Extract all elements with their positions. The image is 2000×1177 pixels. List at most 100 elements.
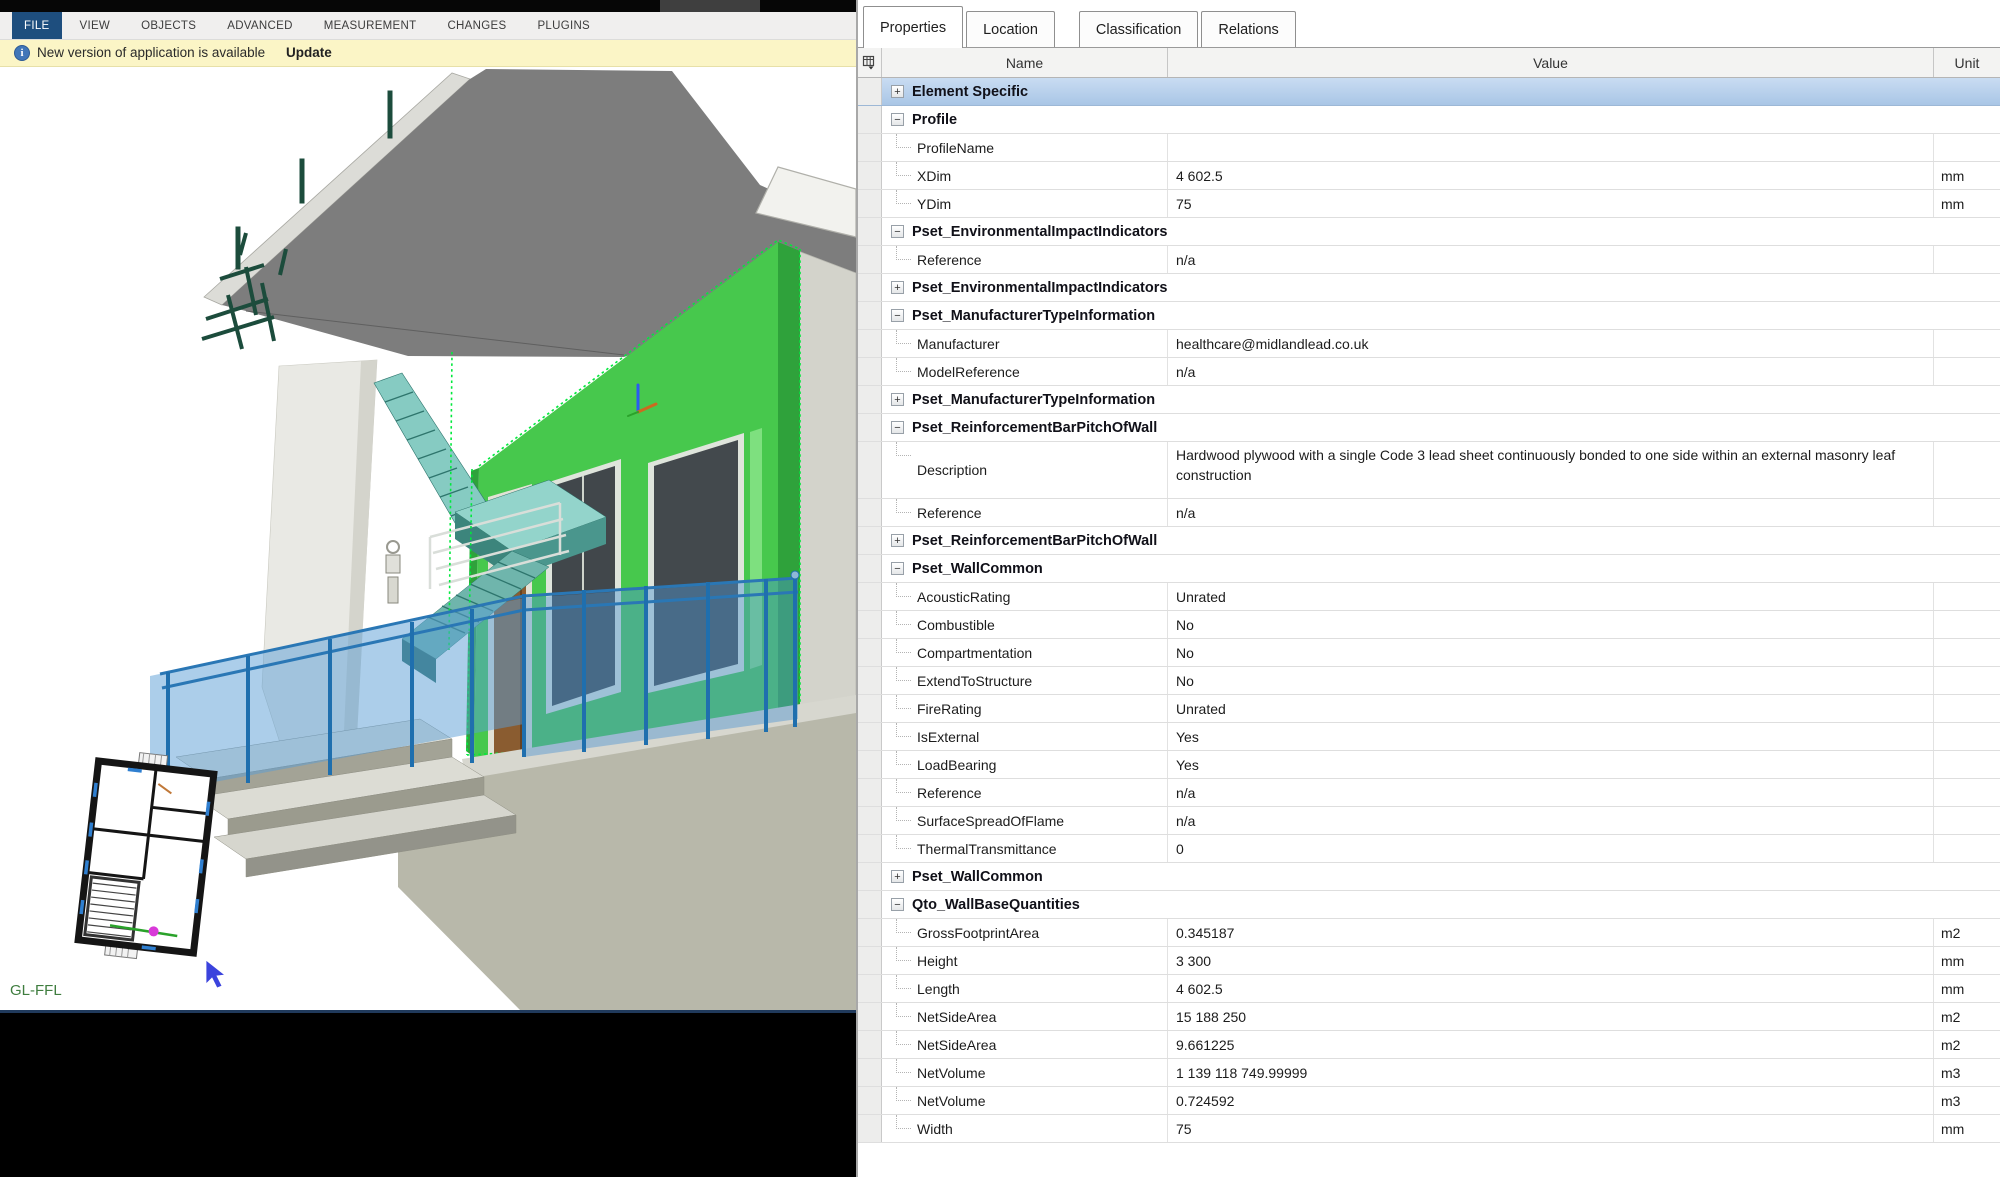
property-row[interactable]: Length4 602.5mm	[858, 975, 2000, 1003]
property-value-cell[interactable]: 3 300	[1168, 947, 1934, 974]
row-selector[interactable]	[858, 527, 882, 554]
row-selector[interactable]	[858, 1087, 882, 1114]
row-selector[interactable]	[858, 499, 882, 526]
collapse-icon[interactable]: −	[891, 225, 904, 238]
property-row[interactable]: Height3 300mm	[858, 947, 2000, 975]
property-row[interactable]: Width75mm	[858, 1115, 2000, 1143]
property-row[interactable]: SurfaceSpreadOfFlamen/a	[858, 807, 2000, 835]
property-value-cell[interactable]: n/a	[1168, 246, 1934, 273]
tab-location[interactable]: Location	[966, 11, 1055, 47]
property-value-cell[interactable]: 15 188 250	[1168, 1003, 1934, 1030]
row-selector[interactable]	[858, 162, 882, 189]
row-selector[interactable]	[858, 555, 882, 582]
row-selector[interactable]	[858, 442, 882, 498]
group-row[interactable]: −Pset_WallCommon	[858, 555, 2000, 583]
property-row[interactable]: NetSideArea15 188 250m2	[858, 1003, 2000, 1031]
column-header-unit[interactable]: Unit	[1934, 48, 2000, 77]
row-selector[interactable]	[858, 751, 882, 778]
menu-item-objects[interactable]: OBJECTS	[139, 12, 198, 39]
property-value-cell[interactable]: n/a	[1168, 807, 1934, 834]
property-value-cell[interactable]: 0	[1168, 835, 1934, 862]
expand-icon[interactable]: +	[891, 393, 904, 406]
row-selector[interactable]	[858, 1059, 882, 1086]
column-header-value[interactable]: Value	[1168, 48, 1934, 77]
column-options-button[interactable]	[858, 48, 882, 77]
menu-item-plugins[interactable]: PLUGINS	[535, 12, 592, 39]
property-row[interactable]: Manufacturerhealthcare@midlandlead.co.uk	[858, 330, 2000, 358]
property-value-cell[interactable]: Hardwood plywood with a single Code 3 le…	[1168, 442, 1934, 498]
group-row[interactable]: +Element Specific	[858, 78, 2000, 106]
row-selector[interactable]	[858, 723, 882, 750]
row-selector[interactable]	[858, 919, 882, 946]
property-row[interactable]: XDim4 602.5mm	[858, 162, 2000, 190]
property-value-cell[interactable]	[1168, 134, 1934, 161]
property-value-cell[interactable]: 75	[1168, 1115, 1934, 1142]
property-value-cell[interactable]: No	[1168, 611, 1934, 638]
group-row[interactable]: −Pset_ReinforcementBarPitchOfWall	[858, 414, 2000, 442]
collapse-icon[interactable]: −	[891, 562, 904, 575]
group-row[interactable]: +Pset_EnvironmentalImpactIndicators	[858, 274, 2000, 302]
property-row[interactable]: ModelReferencen/a	[858, 358, 2000, 386]
property-value-cell[interactable]: Unrated	[1168, 695, 1934, 722]
property-value-cell[interactable]: n/a	[1168, 358, 1934, 385]
property-row[interactable]: GrossFootprintArea0.345187m2	[858, 919, 2000, 947]
expand-icon[interactable]: +	[891, 281, 904, 294]
tab-classification[interactable]: Classification	[1079, 11, 1198, 47]
property-row[interactable]: YDim75mm	[858, 190, 2000, 218]
group-row[interactable]: −Pset_EnvironmentalImpactIndicators	[858, 218, 2000, 246]
row-selector[interactable]	[858, 639, 882, 666]
group-row[interactable]: −Qto_WallBaseQuantities	[858, 891, 2000, 919]
row-selector[interactable]	[858, 835, 882, 862]
update-button[interactable]: Update	[286, 45, 332, 60]
property-row[interactable]: IsExternalYes	[858, 723, 2000, 751]
row-selector[interactable]	[858, 583, 882, 610]
property-row[interactable]: DescriptionHardwood plywood with a singl…	[858, 442, 2000, 499]
property-row[interactable]: CompartmentationNo	[858, 639, 2000, 667]
row-selector[interactable]	[858, 1115, 882, 1142]
property-row[interactable]: Referencen/a	[858, 499, 2000, 527]
property-row[interactable]: NetVolume1 139 118 749.99999m3	[858, 1059, 2000, 1087]
collapse-icon[interactable]: −	[891, 898, 904, 911]
property-value-cell[interactable]: 9.661225	[1168, 1031, 1934, 1058]
property-value-cell[interactable]: 4 602.5	[1168, 975, 1934, 1002]
menu-item-changes[interactable]: CHANGES	[445, 12, 508, 39]
row-selector[interactable]	[858, 330, 882, 357]
menu-item-file[interactable]: FILE	[12, 12, 62, 39]
expand-icon[interactable]: +	[891, 870, 904, 883]
property-value-cell[interactable]: 0.724592	[1168, 1087, 1934, 1114]
property-row[interactable]: Referencen/a	[858, 779, 2000, 807]
row-selector[interactable]	[858, 667, 882, 694]
property-value-cell[interactable]: Unrated	[1168, 583, 1934, 610]
property-row[interactable]: AcousticRatingUnrated	[858, 583, 2000, 611]
building-3d-model[interactable]	[0, 67, 856, 1010]
property-row[interactable]: ExtendToStructureNo	[858, 667, 2000, 695]
property-value-cell[interactable]: 1 139 118 749.99999	[1168, 1059, 1934, 1086]
row-selector[interactable]	[858, 611, 882, 638]
row-selector[interactable]	[858, 863, 882, 890]
row-selector[interactable]	[858, 302, 882, 329]
property-value-cell[interactable]: Yes	[1168, 723, 1934, 750]
property-value-cell[interactable]: No	[1168, 639, 1934, 666]
group-row[interactable]: +Pset_ReinforcementBarPitchOfWall	[858, 527, 2000, 555]
row-selector[interactable]	[858, 947, 882, 974]
group-row[interactable]: −Profile	[858, 106, 2000, 134]
right-side-wall[interactable]	[798, 251, 856, 743]
expand-icon[interactable]: +	[891, 85, 904, 98]
property-row[interactable]: NetSideArea9.661225m2	[858, 1031, 2000, 1059]
row-selector[interactable]	[858, 246, 882, 273]
expand-icon[interactable]: +	[891, 534, 904, 547]
floor-plan-minimap[interactable]	[77, 748, 215, 965]
property-row[interactable]: ThermalTransmittance0	[858, 835, 2000, 863]
row-selector[interactable]	[858, 386, 882, 413]
row-selector[interactable]	[858, 190, 882, 217]
column-header-name[interactable]: Name	[882, 48, 1168, 77]
menu-item-view[interactable]: VIEW	[78, 12, 113, 39]
row-selector[interactable]	[858, 779, 882, 806]
property-row[interactable]: CombustibleNo	[858, 611, 2000, 639]
row-selector[interactable]	[858, 218, 882, 245]
row-selector[interactable]	[858, 414, 882, 441]
property-row[interactable]: LoadBearingYes	[858, 751, 2000, 779]
row-selector[interactable]	[858, 134, 882, 161]
row-selector[interactable]	[858, 274, 882, 301]
collapse-icon[interactable]: −	[891, 113, 904, 126]
